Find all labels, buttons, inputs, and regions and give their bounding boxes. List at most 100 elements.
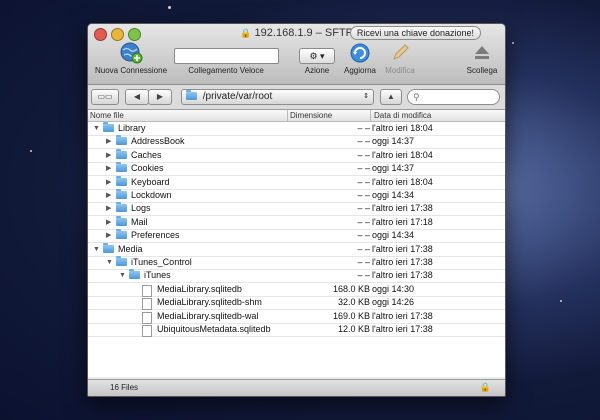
folder-icon	[116, 175, 127, 186]
refresh-button[interactable]: Aggiorna	[340, 42, 380, 75]
column-size-header[interactable]: Dimensione	[290, 110, 332, 121]
refresh-icon	[350, 43, 370, 63]
disclosure-closed-icon[interactable]: ▶	[106, 149, 111, 162]
file-date: oggi 14:37	[372, 136, 415, 147]
disclosure-closed-icon[interactable]: ▶	[106, 135, 111, 148]
window-title: 🔒 192.168.1.9 – SFTP	[240, 27, 353, 39]
file-name: iTunes_Control	[131, 257, 192, 267]
folder-row[interactable]: ▶ Mail – – l'altro ieri 17:18	[88, 215, 505, 230]
new-connection-button[interactable]: Nuova Connessione	[92, 42, 170, 75]
folder-row[interactable]: ▼ Media – – l'altro ieri 17:38	[88, 242, 505, 257]
folder-row[interactable]: ▼ iTunes – – l'altro ieri 17:38	[88, 269, 505, 284]
file-name: MediaLibrary.sqlitedb-wal	[157, 310, 259, 321]
quick-connect-input[interactable]	[174, 48, 279, 64]
folder-row[interactable]: ▶ Lockdown – – oggi 14:34	[88, 189, 505, 203]
folder-row[interactable]: ▼ iTunes_Control – – l'altro ieri 17:38	[88, 256, 505, 270]
folder-icon	[186, 90, 197, 105]
file-row[interactable]: UbiquitousMetadata.sqlitedb 12.0 KB l'altr…	[88, 323, 505, 337]
file-list: ▼ Library – – l'altro ieri 18:04 ▶ AddressBoo…	[88, 122, 505, 377]
disclosure-closed-icon[interactable]: ▶	[106, 216, 111, 229]
back-button[interactable]: ◀	[125, 89, 149, 105]
file-size: – –	[357, 123, 370, 133]
file-name: Cookies	[131, 163, 164, 174]
disclosure-open-icon[interactable]: ▼	[119, 269, 126, 282]
folder-icon	[103, 122, 114, 132]
file-date: l'altro ieri 17:38	[372, 270, 433, 281]
folder-icon	[103, 242, 114, 253]
file-size: 169.0 KB	[332, 310, 370, 321]
action-button[interactable]: ⚙ ▾ Azione	[299, 42, 335, 75]
edit-button[interactable]: Modifica	[380, 42, 420, 75]
parent-folder-button[interactable]: ▲	[380, 89, 402, 105]
sftp-window: 🔒 192.168.1.9 – SFTP Ricevi una chiave do…	[87, 23, 506, 397]
folder-row[interactable]: ▶ Caches – – l'altro ieri 18:04	[88, 148, 505, 163]
navigation-bar: ▭▭ ◀ ▶ /private/var/root ⇕ ▲ ⚲	[88, 85, 505, 110]
disclosure-open-icon[interactable]: ▼	[106, 256, 113, 269]
file-name: Library	[118, 123, 146, 133]
lock-status-icon: 🔒	[479, 382, 491, 392]
forward-button[interactable]: ▶	[148, 89, 172, 105]
folder-icon	[116, 215, 127, 226]
lock-icon: 🔒	[240, 28, 252, 38]
current-path: /private/var/root	[202, 91, 273, 102]
folder-icon	[116, 148, 127, 159]
folder-icon	[116, 189, 127, 199]
document-icon	[142, 325, 152, 337]
column-name-header[interactable]: Nome file	[90, 110, 124, 121]
file-date: oggi 14:34	[372, 190, 415, 200]
star	[512, 42, 514, 44]
file-date: l'altro ieri 18:04	[372, 149, 433, 160]
search-input[interactable]: ⚲	[407, 89, 500, 105]
folder-icon	[116, 162, 127, 173]
disclosure-closed-icon[interactable]: ▶	[106, 189, 111, 202]
disclosure-closed-icon[interactable]: ▶	[106, 202, 111, 215]
pencil-icon	[393, 44, 409, 60]
file-size: 32.0 KB	[337, 297, 370, 308]
folder-icon	[116, 256, 127, 266]
file-date: l'altro ieri 17:38	[372, 243, 433, 254]
file-size: – –	[357, 270, 370, 281]
file-name: Lockdown	[131, 190, 172, 200]
folder-row[interactable]: ▶ AddressBook – – oggi 14:37	[88, 135, 505, 150]
file-name: MediaLibrary.sqlitedb	[157, 283, 242, 294]
folder-row[interactable]: ▶ Preferences – – oggi 14:34	[88, 229, 505, 244]
disclosure-open-icon[interactable]: ▼	[93, 243, 100, 256]
folder-row[interactable]: ▶ Logs – – l'altro ieri 17:38	[88, 202, 505, 217]
folder-row[interactable]: ▶ Keyboard – – l'altro ieri 18:04	[88, 175, 505, 190]
path-selector[interactable]: /private/var/root ⇕	[181, 89, 374, 105]
file-date: l'altro ieri 18:04	[372, 176, 433, 187]
folder-icon	[116, 229, 127, 240]
file-size: 12.0 KB	[337, 324, 370, 334]
file-date: l'altro ieri 17:38	[372, 257, 433, 267]
file-row[interactable]: MediaLibrary.sqlitedb 168.0 KB oggi 14:30	[88, 283, 505, 297]
file-size: – –	[357, 163, 370, 174]
disclosure-open-icon[interactable]: ▼	[93, 122, 100, 135]
file-name: Preferences	[131, 230, 180, 241]
file-date: l'altro ieri 18:04	[372, 123, 433, 133]
disclosure-closed-icon[interactable]: ▶	[106, 162, 111, 175]
disclosure-closed-icon[interactable]: ▶	[106, 176, 111, 189]
file-name: Mail	[131, 216, 148, 227]
gear-icon[interactable]: ⚙ ▾	[299, 48, 335, 64]
document-icon	[142, 311, 152, 324]
bookmarks-button[interactable]: ▭▭	[91, 89, 119, 105]
file-row[interactable]: MediaLibrary.sqlitedb-wal 169.0 KB l'altro…	[88, 310, 505, 324]
column-date-header[interactable]: Data di modifica	[374, 110, 431, 121]
file-name: UbiquitousMetadata.sqlitedb	[157, 324, 271, 334]
file-date: l'altro ieri 17:38	[372, 203, 433, 214]
file-name: Caches	[131, 149, 162, 160]
file-size: – –	[357, 136, 370, 147]
file-count: 16 Files	[110, 383, 139, 392]
disclosure-closed-icon[interactable]: ▶	[106, 229, 111, 242]
disconnect-button[interactable]: Scollega	[462, 42, 502, 75]
folder-row[interactable]: ▼ Library – – l'altro ieri 18:04	[88, 122, 505, 136]
file-size: – –	[357, 190, 370, 200]
file-date: l'altro ieri 17:38	[372, 310, 433, 321]
file-name: Logs	[131, 203, 151, 214]
file-row[interactable]: MediaLibrary.sqlitedb-shm 32.0 KB oggi 14:…	[88, 296, 505, 311]
quick-connect[interactable]: Collegamento Veloce	[174, 42, 279, 75]
star	[560, 300, 562, 302]
file-date: l'altro ieri 17:18	[372, 216, 433, 227]
donate-button[interactable]: Ricevi una chiave donazione!	[349, 26, 481, 40]
folder-row[interactable]: ▶ Cookies – – oggi 14:37	[88, 162, 505, 177]
